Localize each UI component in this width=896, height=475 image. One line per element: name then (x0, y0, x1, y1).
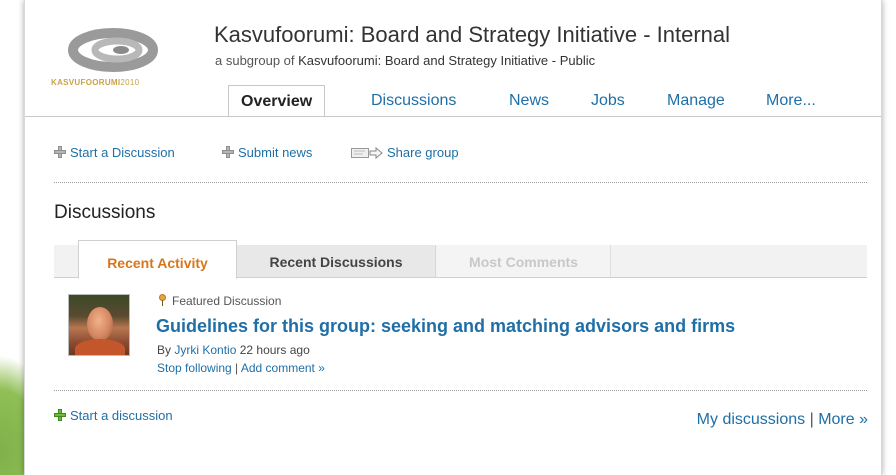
tab-jobs[interactable]: Jobs (591, 85, 625, 115)
featured-badge: Featured Discussion (159, 294, 281, 308)
tab-news[interactable]: News (509, 85, 549, 115)
submit-news-action[interactable]: Submit news (222, 145, 312, 160)
discussion-actions: Stop following | Add comment » (157, 361, 325, 375)
subgroup-prefix: a subgroup of (215, 53, 299, 68)
tab-more[interactable]: More... (766, 85, 816, 115)
nav-divider (25, 116, 881, 117)
author-link[interactable]: Jyrki Kontio (174, 343, 236, 357)
timestamp: 22 hours ago (236, 343, 310, 357)
featured-label: Featured Discussion (172, 294, 282, 308)
tab-most-comments: Most Comments (437, 245, 611, 277)
share-group-action[interactable]: Share group (351, 145, 459, 160)
discussion-byline: By Jyrki Kontio 22 hours ago (157, 343, 310, 357)
group-panel: KASVUFOORUMI2010 Kasvufoorumi: Board and… (24, 0, 882, 475)
parent-group-link[interactable]: Kasvufoorumi: Board and Strategy Initiat… (298, 53, 595, 68)
my-discussions-link[interactable]: My discussions (697, 411, 805, 428)
subgroup-line: a subgroup of Kasvufoorumi: Board and St… (215, 53, 595, 68)
group-title: Kasvufoorumi: Board and Strategy Initiat… (214, 22, 731, 47)
discussion-tabs: Recent Activity Recent Discussions Most … (54, 240, 867, 279)
author-avatar[interactable] (68, 294, 130, 356)
pin-icon (159, 294, 166, 306)
start-discussion-action[interactable]: Start a Discussion (54, 145, 175, 160)
discussion-title-link[interactable]: Guidelines for this group: seeking and m… (156, 316, 735, 337)
discussions-heading: Discussions (54, 202, 156, 223)
tab-manage[interactable]: Manage (667, 85, 725, 115)
plus-icon (54, 146, 66, 158)
tab-recent-discussions[interactable]: Recent Discussions (237, 245, 436, 277)
tab-overview[interactable]: Overview (228, 85, 326, 116)
discussion-footer-links: My discussions | More » (696, 411, 868, 428)
share-group-label: Share group (387, 145, 459, 160)
stop-following-link[interactable]: Stop following (157, 361, 232, 375)
dotted-divider (54, 390, 867, 391)
share-icon (351, 147, 383, 159)
tab-recent-activity[interactable]: Recent Activity (78, 240, 237, 279)
dotted-divider (54, 182, 867, 183)
plus-icon (222, 146, 234, 158)
tab-discussions[interactable]: Discussions (371, 85, 456, 115)
add-comment-link[interactable]: Add comment » (241, 361, 325, 375)
start-discussion-link[interactable]: Start a discussion (54, 408, 173, 423)
green-plus-icon (54, 409, 66, 421)
logo-wordmark: KASVUFOORUMI2010 (51, 78, 140, 87)
submit-news-label: Submit news (238, 145, 313, 160)
more-discussions-link[interactable]: More » (818, 411, 868, 428)
start-discussion-label: Start a Discussion (70, 145, 175, 160)
start-discussion-link-label: Start a discussion (70, 408, 173, 423)
